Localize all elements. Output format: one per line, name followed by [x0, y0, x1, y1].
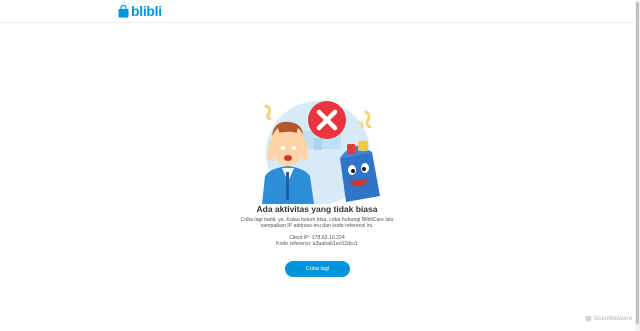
- blibli-logo[interactable]: blibli: [118, 3, 162, 19]
- error-illustration: [262, 101, 380, 204]
- shield-icon: [585, 315, 592, 322]
- watermark: ScanMalware: [585, 315, 632, 322]
- error-message: Coba lagi nanti, ya. Kalau belum bisa, c…: [240, 217, 394, 230]
- shopping-bag-icon: [118, 4, 129, 17]
- retry-button[interactable]: Coba lagi: [285, 261, 350, 277]
- watermark-text: ScanMalware: [593, 315, 632, 322]
- page-title: Ada aktivitas yang tidak biasa: [256, 204, 378, 214]
- error-x-icon: [308, 101, 346, 139]
- top-header: blibli: [0, 0, 634, 23]
- reference-code-text: Kode referensi: a3aaba61ec02dcc1: [276, 241, 358, 247]
- vertical-scrollbar[interactable]: [635, 0, 640, 331]
- logo-text: blibli: [131, 3, 162, 19]
- scrollbar-thumb[interactable]: [636, 2, 639, 324]
